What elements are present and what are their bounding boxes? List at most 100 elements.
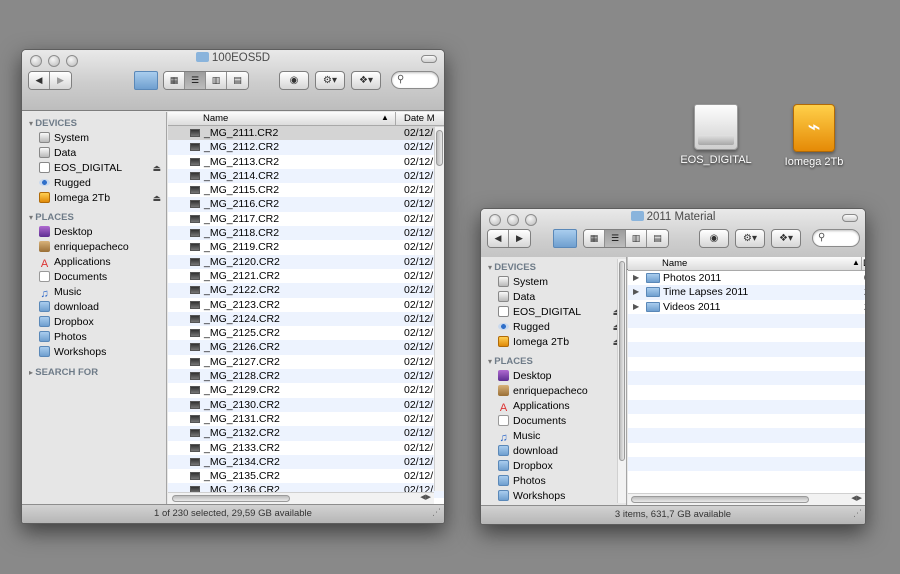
- table-row[interactable]: _MG_2117.CR2 02/12/: [168, 212, 444, 226]
- list-item[interactable]: ▶ Photos 2011 0: [628, 271, 865, 285]
- sidebar-item-download[interactable]: download: [481, 444, 626, 459]
- sidebar-heading-devices[interactable]: DEVICES: [481, 260, 626, 275]
- sidebar-item-data[interactable]: Data: [481, 290, 626, 305]
- sidebar-item-desktop[interactable]: Desktop: [22, 225, 166, 240]
- icon-view-button[interactable]: ▦: [584, 230, 605, 247]
- sidebar-scrollbar[interactable]: [617, 259, 626, 503]
- table-row[interactable]: _MG_2124.CR2 02/12/: [168, 311, 444, 327]
- sidebar-item-documents[interactable]: Documents: [22, 270, 166, 285]
- column-header-name[interactable]: Name: [203, 113, 228, 124]
- table-row[interactable]: _MG_2121.CR2 02/12/: [168, 269, 444, 283]
- table-row[interactable]: _MG_2125.CR2 02/12/: [168, 326, 444, 340]
- sidebar-item-rugged[interactable]: Rugged: [22, 176, 166, 191]
- column-header-date[interactable]: Date M: [404, 113, 435, 124]
- sidebar-item-music[interactable]: ♫ Music: [22, 285, 166, 300]
- sidebar-item-home[interactable]: enriquepacheco: [481, 384, 626, 399]
- table-row[interactable]: _MG_2133.CR2 02/12/: [168, 441, 444, 455]
- column-view-button[interactable]: ▥: [206, 72, 227, 89]
- resize-grip-icon[interactable]: ⋰: [853, 504, 862, 522]
- table-row[interactable]: _MG_2113.CR2 02/12/: [168, 155, 444, 169]
- sidebar-item-iomega[interactable]: Iomega 2Tb⏏: [481, 335, 626, 350]
- sidebar-item-download[interactable]: download: [22, 300, 166, 315]
- sidebar-item-applications[interactable]: A Applications: [22, 255, 166, 270]
- list-item[interactable]: ▶ Time Lapses 2011 2: [628, 285, 865, 300]
- sidebar-item-workshops[interactable]: Workshops: [481, 489, 626, 504]
- search-field[interactable]: ⚲: [812, 229, 860, 247]
- sidebar-item-eos-digital[interactable]: EOS_DIGITAL⏏: [481, 305, 626, 320]
- horizontal-scrollbar[interactable]: ◀▶: [168, 492, 434, 504]
- vertical-scrollbar[interactable]: [434, 127, 444, 491]
- table-row[interactable]: _MG_2126.CR2 02/12/: [168, 340, 444, 355]
- table-row[interactable]: _MG_2127.CR2 02/12/: [168, 355, 444, 369]
- forward-button[interactable]: ▶: [509, 230, 530, 247]
- table-row[interactable]: _MG_2119.CR2 02/12/: [168, 240, 444, 254]
- horizontal-scroll-thumb[interactable]: [631, 496, 809, 503]
- table-row[interactable]: _MG_2129.CR2 02/12/: [168, 383, 444, 397]
- table-row[interactable]: _MG_2135.CR2 02/12/: [168, 469, 444, 483]
- search-field[interactable]: ⚲: [391, 71, 439, 89]
- dropbox-menu-button[interactable]: ❖▾: [771, 229, 801, 248]
- table-row[interactable]: _MG_2134.CR2 02/12/: [168, 454, 444, 470]
- icon-view-button[interactable]: ▦: [164, 72, 185, 89]
- vertical-scroll-thumb[interactable]: [436, 130, 443, 166]
- sidebar-scroll-thumb[interactable]: [619, 261, 625, 461]
- dropbox-menu-button[interactable]: ❖▾: [351, 71, 381, 90]
- table-row[interactable]: _MG_2122.CR2 02/12/: [168, 283, 444, 298]
- table-row[interactable]: _MG_2118.CR2 02/12/: [168, 226, 444, 241]
- column-header-date[interactable]: D: [863, 258, 865, 269]
- sidebar-item-applications[interactable]: A Applications: [481, 399, 626, 414]
- horizontal-scrollbar[interactable]: ◀▶: [628, 493, 865, 505]
- table-row[interactable]: _MG_2112.CR2 02/12/: [168, 140, 444, 155]
- table-row[interactable]: _MG_2123.CR2 02/12/: [168, 298, 444, 312]
- sidebar-item-eos-digital[interactable]: EOS_DIGITAL⏏: [22, 161, 166, 176]
- sidebar-item-home[interactable]: enriquepacheco: [22, 240, 166, 255]
- table-row[interactable]: _MG_2131.CR2 02/12/: [168, 412, 444, 426]
- action-menu-button[interactable]: ⚙▾: [315, 71, 345, 90]
- quick-look-button[interactable]: ◉: [699, 229, 729, 248]
- forward-button[interactable]: ▶: [50, 72, 71, 89]
- column-divider[interactable]: [395, 112, 396, 125]
- sidebar-heading-places[interactable]: PLACES: [22, 210, 166, 225]
- sidebar-item-photos[interactable]: Photos: [481, 474, 626, 489]
- sidebar-item-rugged[interactable]: Rugged⏏: [481, 320, 626, 335]
- sidebar-item-documents[interactable]: Documents: [481, 414, 626, 429]
- column-view-button[interactable]: ▥: [626, 230, 647, 247]
- table-row[interactable]: _MG_2114.CR2 02/12/: [168, 168, 444, 184]
- quick-look-button[interactable]: ◉: [279, 71, 309, 90]
- eject-icon[interactable]: ⏏: [152, 161, 161, 176]
- table-row[interactable]: _MG_2116.CR2 02/12/: [168, 197, 444, 212]
- sidebar-item-system[interactable]: System: [481, 275, 626, 290]
- eject-icon[interactable]: ⏏: [152, 191, 161, 206]
- disclosure-triangle-icon[interactable]: ▶: [633, 285, 639, 299]
- desktop-icon-iomega[interactable]: ⌁ Iomega 2Tb: [774, 104, 854, 168]
- disclosure-triangle-icon[interactable]: ▶: [633, 300, 639, 314]
- sidebar-heading-search-for[interactable]: SEARCH FOR: [22, 365, 166, 380]
- table-row[interactable]: _MG_2115.CR2 02/12/: [168, 183, 444, 197]
- sidebar-item-dropbox[interactable]: Dropbox: [481, 459, 626, 474]
- sidebar-item-music[interactable]: ♫ Music: [481, 429, 626, 444]
- table-row[interactable]: _MG_2132.CR2 02/12/: [168, 426, 444, 441]
- table-row[interactable]: _MG_2128.CR2 02/12/: [168, 369, 444, 384]
- sidebar-item-workshops[interactable]: Workshops: [22, 345, 166, 360]
- sidebar-heading-devices[interactable]: DEVICES: [22, 116, 166, 131]
- sidebar-item-data[interactable]: Data: [22, 146, 166, 161]
- sidebar-item-dropbox[interactable]: Dropbox: [22, 315, 166, 330]
- table-row[interactable]: _MG_2111.CR2 02/12/: [168, 126, 444, 141]
- table-row[interactable]: _MG_2130.CR2 02/12/: [168, 397, 444, 412]
- back-button[interactable]: ◀: [488, 230, 509, 247]
- sidebar-item-photos[interactable]: Photos: [22, 330, 166, 345]
- list-item[interactable]: ▶ Videos 2011 2: [628, 300, 865, 314]
- scroll-arrows-icon[interactable]: ◀▶: [420, 493, 431, 501]
- list-view-button[interactable]: ☰: [605, 230, 626, 247]
- sidebar-item-system[interactable]: System: [22, 131, 166, 146]
- action-menu-button[interactable]: ⚙▾: [735, 229, 765, 248]
- scroll-arrows-icon[interactable]: ◀▶: [851, 494, 862, 502]
- column-header-name[interactable]: Name: [662, 258, 687, 269]
- table-row[interactable]: _MG_2120.CR2 02/12/: [168, 254, 444, 269]
- horizontal-scroll-thumb[interactable]: [172, 495, 290, 502]
- disclosure-triangle-icon[interactable]: ▶: [633, 271, 639, 285]
- back-button[interactable]: ◀: [29, 72, 50, 89]
- coverflow-view-button[interactable]: ▤: [227, 72, 248, 89]
- column-divider[interactable]: [861, 257, 862, 270]
- coverflow-view-button[interactable]: ▤: [647, 230, 668, 247]
